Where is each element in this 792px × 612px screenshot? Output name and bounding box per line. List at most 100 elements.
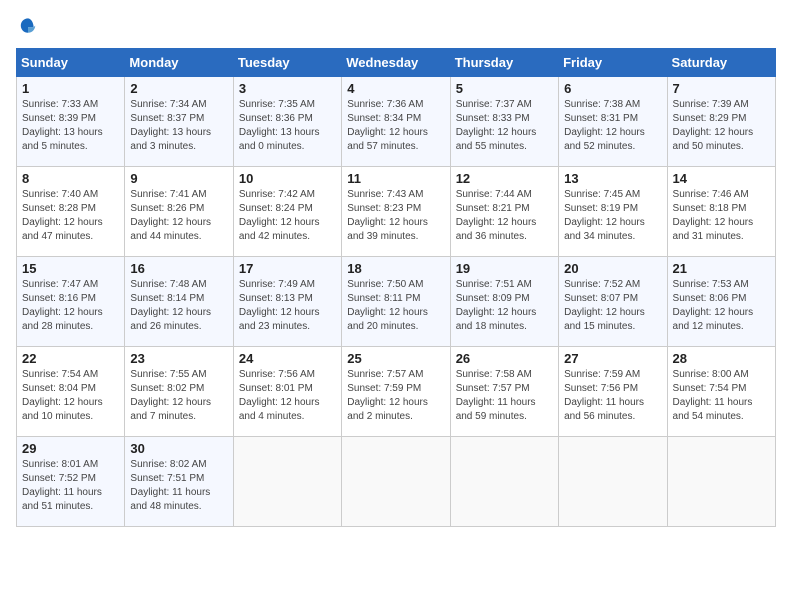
day-number: 8 [22,171,119,186]
day-info: Sunrise: 8:01 AM Sunset: 7:52 PM Dayligh… [22,458,119,514]
calendar-day-cell: 11 Sunrise: 7:43 AM Sunset: 8:23 PM Dayli… [342,167,450,257]
calendar-day-cell: 21 Sunrise: 7:53 AM Sunset: 8:06 PM Dayli… [667,257,775,347]
day-number: 29 [22,441,119,456]
day-info: Sunrise: 7:56 AM Sunset: 8:01 PM Dayligh… [239,368,336,424]
calendar-day-cell: 3Sunrise: 7:35 AM Sunset: 8:36 PM Daylig… [233,77,341,167]
day-number: 27 [564,351,661,366]
day-info: Sunrise: 7:38 AM Sunset: 8:31 PM Dayligh… [564,98,661,154]
day-info: Sunrise: 7:52 AM Sunset: 8:07 PM Dayligh… [564,278,661,334]
calendar-week-row: 1 Sunrise: 7:33 AM Sunset: 8:39 PM Daylig… [17,77,776,167]
calendar-day-cell: 26Sunrise: 7:58 AM Sunset: 7:57 PM Dayli… [450,347,558,437]
calendar-day-cell: 10Sunrise: 7:42 AM Sunset: 8:24 PM Dayli… [233,167,341,257]
day-number: 19 [456,261,553,276]
day-info: Sunrise: 7:34 AM Sunset: 8:37 PM Dayligh… [130,98,227,154]
empty-cell [667,437,775,527]
day-info: Sunrise: 7:33 AM Sunset: 8:39 PM Dayligh… [22,98,119,154]
page-header [16,16,776,40]
empty-cell [342,437,450,527]
calendar-day-cell: 17Sunrise: 7:49 AM Sunset: 8:13 PM Dayli… [233,257,341,347]
calendar-day-cell: 14 Sunrise: 7:46 AM Sunset: 8:18 PM Dayli… [667,167,775,257]
calendar-day-cell: 2Sunrise: 7:34 AM Sunset: 8:37 PM Daylig… [125,77,233,167]
logo [16,16,44,40]
day-info: Sunrise: 7:57 AM Sunset: 7:59 PM Dayligh… [347,368,444,424]
calendar-day-cell: 5 Sunrise: 7:37 AM Sunset: 8:33 PM Daylig… [450,77,558,167]
day-info: Sunrise: 7:53 AM Sunset: 8:06 PM Dayligh… [673,278,770,334]
calendar-day-cell: 12 Sunrise: 7:44 AM Sunset: 8:21 PM Dayli… [450,167,558,257]
day-number: 15 [22,261,119,276]
column-header-wednesday: Wednesday [342,49,450,77]
calendar-day-cell: 15 Sunrise: 7:47 AM Sunset: 8:16 PM Dayli… [17,257,125,347]
day-info: Sunrise: 7:45 AM Sunset: 8:19 PM Dayligh… [564,188,661,244]
day-info: Sunrise: 7:59 AM Sunset: 7:56 PM Dayligh… [564,368,661,424]
calendar-day-cell: 24 Sunrise: 7:56 AM Sunset: 8:01 PM Dayli… [233,347,341,437]
day-info: Sunrise: 8:00 AM Sunset: 7:54 PM Dayligh… [673,368,770,424]
day-number: 9 [130,171,227,186]
day-info: Sunrise: 7:58 AM Sunset: 7:57 PM Dayligh… [456,368,553,424]
day-number: 30 [130,441,227,456]
day-number: 21 [673,261,770,276]
day-number: 20 [564,261,661,276]
day-number: 5 [456,81,553,96]
day-number: 17 [239,261,336,276]
calendar-day-cell: 22 Sunrise: 7:54 AM Sunset: 8:04 PM Dayli… [17,347,125,437]
column-header-monday: Monday [125,49,233,77]
day-number: 1 [22,81,119,96]
day-info: Sunrise: 7:55 AM Sunset: 8:02 PM Dayligh… [130,368,227,424]
day-number: 25 [347,351,444,366]
day-info: Sunrise: 7:39 AM Sunset: 8:29 PM Dayligh… [673,98,770,154]
day-number: 13 [564,171,661,186]
day-number: 11 [347,171,444,186]
day-info: Sunrise: 7:51 AM Sunset: 8:09 PM Dayligh… [456,278,553,334]
calendar-day-cell: 9 Sunrise: 7:41 AM Sunset: 8:26 PM Daylig… [125,167,233,257]
column-header-thursday: Thursday [450,49,558,77]
calendar-day-cell: 20 Sunrise: 7:52 AM Sunset: 8:07 PM Dayli… [559,257,667,347]
day-number: 18 [347,261,444,276]
day-number: 14 [673,171,770,186]
column-header-tuesday: Tuesday [233,49,341,77]
day-number: 4 [347,81,444,96]
day-info: Sunrise: 7:46 AM Sunset: 8:18 PM Dayligh… [673,188,770,244]
day-info: Sunrise: 8:02 AM Sunset: 7:51 PM Dayligh… [130,458,227,514]
day-info: Sunrise: 7:48 AM Sunset: 8:14 PM Dayligh… [130,278,227,334]
calendar-day-cell: 16 Sunrise: 7:48 AM Sunset: 8:14 PM Dayli… [125,257,233,347]
day-number: 28 [673,351,770,366]
day-info: Sunrise: 7:41 AM Sunset: 8:26 PM Dayligh… [130,188,227,244]
day-info: Sunrise: 7:40 AM Sunset: 8:28 PM Dayligh… [22,188,119,244]
day-number: 22 [22,351,119,366]
day-number: 12 [456,171,553,186]
day-info: Sunrise: 7:47 AM Sunset: 8:16 PM Dayligh… [22,278,119,334]
calendar-day-cell: 7 Sunrise: 7:39 AM Sunset: 8:29 PM Daylig… [667,77,775,167]
calendar-day-cell: 28 Sunrise: 8:00 AM Sunset: 7:54 PM Dayli… [667,347,775,437]
calendar-day-cell: 30 Sunrise: 8:02 AM Sunset: 7:51 PM Dayli… [125,437,233,527]
day-number: 10 [239,171,336,186]
empty-cell [233,437,341,527]
day-info: Sunrise: 7:44 AM Sunset: 8:21 PM Dayligh… [456,188,553,244]
day-number: 6 [564,81,661,96]
day-info: Sunrise: 7:35 AM Sunset: 8:36 PM Dayligh… [239,98,336,154]
calendar-day-cell: 13 Sunrise: 7:45 AM Sunset: 8:19 PM Dayli… [559,167,667,257]
calendar-day-cell: 29 Sunrise: 8:01 AM Sunset: 7:52 PM Dayli… [17,437,125,527]
calendar-day-cell: 4Sunrise: 7:36 AM Sunset: 8:34 PM Daylig… [342,77,450,167]
column-header-sunday: Sunday [17,49,125,77]
calendar-week-row: 29 Sunrise: 8:01 AM Sunset: 7:52 PM Dayli… [17,437,776,527]
column-header-saturday: Saturday [667,49,775,77]
day-number: 16 [130,261,227,276]
empty-cell [450,437,558,527]
calendar-week-row: 15 Sunrise: 7:47 AM Sunset: 8:16 PM Dayli… [17,257,776,347]
calendar-day-cell: 1 Sunrise: 7:33 AM Sunset: 8:39 PM Daylig… [17,77,125,167]
day-info: Sunrise: 7:37 AM Sunset: 8:33 PM Dayligh… [456,98,553,154]
day-info: Sunrise: 7:54 AM Sunset: 8:04 PM Dayligh… [22,368,119,424]
calendar-day-cell: 25 Sunrise: 7:57 AM Sunset: 7:59 PM Dayli… [342,347,450,437]
day-number: 7 [673,81,770,96]
column-headers: SundayMondayTuesdayWednesdayThursdayFrid… [17,49,776,77]
day-number: 23 [130,351,227,366]
empty-cell [559,437,667,527]
calendar-day-cell: 6 Sunrise: 7:38 AM Sunset: 8:31 PM Daylig… [559,77,667,167]
day-number: 24 [239,351,336,366]
calendar-day-cell: 18 Sunrise: 7:50 AM Sunset: 8:11 PM Dayli… [342,257,450,347]
column-header-friday: Friday [559,49,667,77]
day-info: Sunrise: 7:50 AM Sunset: 8:11 PM Dayligh… [347,278,444,334]
calendar-table: SundayMondayTuesdayWednesdayThursdayFrid… [16,48,776,527]
day-info: Sunrise: 7:43 AM Sunset: 8:23 PM Dayligh… [347,188,444,244]
calendar-week-row: 22 Sunrise: 7:54 AM Sunset: 8:04 PM Dayli… [17,347,776,437]
